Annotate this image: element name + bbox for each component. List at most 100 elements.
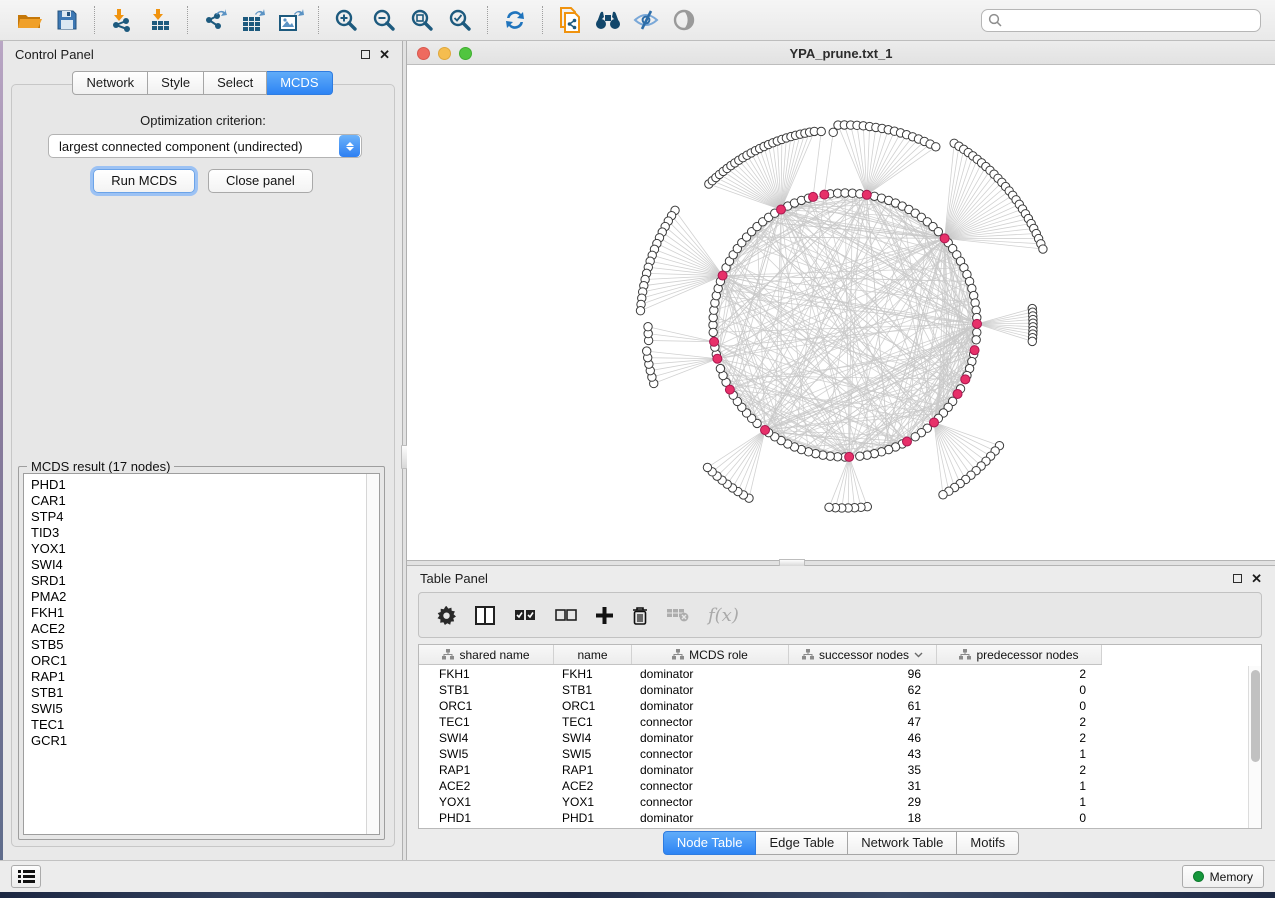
network-canvas[interactable] (407, 65, 1275, 560)
close-panel-icon[interactable]: ✕ (379, 48, 390, 61)
unselect-all-columns-icon[interactable] (555, 609, 577, 621)
column-header-shared-name[interactable]: shared name (419, 645, 554, 664)
export-image-icon[interactable] (275, 5, 307, 35)
float-panel-icon[interactable] (361, 50, 370, 59)
preview-eye-icon[interactable] (668, 5, 700, 35)
mcds-result-item[interactable]: PMA2 (24, 589, 379, 605)
mcds-result-item[interactable]: SRD1 (24, 573, 379, 589)
network-leaf-node[interactable] (1028, 337, 1036, 345)
mcds-result-item[interactable]: ACE2 (24, 621, 379, 637)
mcds-result-item[interactable]: TEC1 (24, 717, 379, 733)
mcds-node[interactable] (953, 389, 962, 398)
mcds-result-item[interactable]: CAR1 (24, 493, 379, 509)
task-history-button[interactable] (11, 865, 41, 888)
mcds-result-item[interactable]: STB1 (24, 685, 379, 701)
result-list-scrollbar[interactable] (366, 474, 379, 834)
mcds-result-item[interactable]: SWI4 (24, 557, 379, 573)
mcds-node[interactable] (862, 190, 871, 199)
scrollbar-thumb[interactable] (1251, 670, 1260, 762)
mcds-node[interactable] (761, 426, 770, 435)
network-leaf-node[interactable] (939, 491, 947, 499)
tab-network-table[interactable]: Network Table (848, 831, 957, 855)
mcds-result-item[interactable]: RAP1 (24, 669, 379, 685)
zoom-selected-icon[interactable] (444, 5, 476, 35)
mcds-node[interactable] (809, 192, 818, 201)
refresh-icon[interactable] (499, 5, 531, 35)
show-hide-icon[interactable] (630, 5, 662, 35)
save-icon[interactable] (51, 5, 83, 35)
column-header-MCDS-role[interactable]: MCDS role (632, 645, 789, 664)
column-header-name[interactable]: name (554, 645, 632, 664)
delete-column-icon[interactable] (632, 606, 648, 625)
search-input[interactable] (981, 9, 1261, 32)
import-table-icon[interactable] (144, 5, 176, 35)
mcds-node[interactable] (845, 452, 854, 461)
table-row[interactable]: FKH1FKH1dominator962 (419, 666, 1248, 682)
column-header-predecessor-nodes[interactable]: predecessor nodes (937, 645, 1102, 664)
export-network-icon[interactable] (199, 5, 231, 35)
mcds-result-item[interactable]: ORC1 (24, 653, 379, 669)
network-node[interactable] (709, 328, 717, 336)
tab-motifs[interactable]: Motifs (957, 831, 1019, 855)
table-scrollbar[interactable] (1248, 666, 1261, 828)
mcds-node[interactable] (972, 319, 981, 328)
tab-node-table[interactable]: Node Table (663, 831, 757, 855)
mcds-node[interactable] (725, 385, 734, 394)
column-header-successor-nodes[interactable]: successor nodes (789, 645, 937, 664)
mcds-node[interactable] (718, 271, 727, 280)
table-row[interactable]: STB1STB1dominator620 (419, 682, 1248, 698)
network-leaf-node[interactable] (825, 503, 833, 511)
search-network-icon[interactable] (592, 5, 624, 35)
close-panel-button[interactable]: Close panel (208, 169, 313, 193)
network-leaf-node[interactable] (636, 306, 644, 314)
network-leaf-node[interactable] (644, 323, 652, 331)
optimization-criterion-dropdown[interactable]: largest connected component (undirected) (48, 134, 362, 158)
open-file-icon[interactable] (13, 5, 45, 35)
show-column-panel-icon[interactable] (475, 606, 495, 625)
mcds-node[interactable] (940, 234, 949, 243)
mcds-result-item[interactable]: SWI5 (24, 701, 379, 717)
mcds-node[interactable] (777, 205, 786, 214)
clone-network-icon[interactable] (554, 5, 586, 35)
mcds-node[interactable] (970, 346, 979, 355)
mcds-node[interactable] (713, 354, 722, 363)
tab-style[interactable]: Style (148, 71, 204, 95)
tab-mcds[interactable]: MCDS (267, 71, 332, 95)
zoom-in-icon[interactable] (330, 5, 362, 35)
mcds-result-item[interactable]: FKH1 (24, 605, 379, 621)
network-leaf-node[interactable] (817, 127, 825, 135)
mcds-node[interactable] (902, 437, 911, 446)
network-leaf-node[interactable] (932, 143, 940, 151)
tab-network[interactable]: Network (72, 71, 148, 95)
network-node[interactable] (856, 452, 864, 460)
mcds-node[interactable] (820, 190, 829, 199)
network-leaf-node[interactable] (1039, 245, 1047, 253)
table-row[interactable]: ACE2ACE2connector311 (419, 778, 1248, 794)
table-settings-gear-icon[interactable] (437, 606, 456, 625)
mcds-result-item[interactable]: STP4 (24, 509, 379, 525)
zoom-fit-icon[interactable] (406, 5, 438, 35)
table-row[interactable]: TEC1TEC1connector472 (419, 714, 1248, 730)
import-network-icon[interactable] (106, 5, 138, 35)
run-mcds-button[interactable]: Run MCDS (93, 169, 195, 193)
table-row[interactable]: ORC1ORC1dominator610 (419, 698, 1248, 714)
network-node[interactable] (972, 336, 980, 344)
zoom-out-icon[interactable] (368, 5, 400, 35)
table-row[interactable]: SWI4SWI4dominator462 (419, 730, 1248, 746)
mcds-node[interactable] (930, 418, 939, 427)
tab-edge-table[interactable]: Edge Table (756, 831, 848, 855)
memory-button[interactable]: Memory (1182, 865, 1264, 888)
network-node[interactable] (911, 433, 919, 441)
network-leaf-node[interactable] (643, 347, 651, 355)
mcds-result-item[interactable]: STB5 (24, 637, 379, 653)
mcds-result-item[interactable]: PHD1 (24, 477, 379, 493)
table-row[interactable]: PHD1PHD1dominator180 (419, 810, 1248, 826)
select-all-columns-icon[interactable] (514, 609, 536, 621)
add-column-icon[interactable] (596, 607, 613, 624)
float-panel-icon[interactable] (1233, 574, 1242, 583)
table-row[interactable]: SWI5SWI5connector431 (419, 746, 1248, 762)
mcds-result-item[interactable]: GCR1 (24, 733, 379, 749)
network-node[interactable] (716, 364, 724, 372)
export-table-icon[interactable] (237, 5, 269, 35)
table-row[interactable]: YOX1YOX1connector291 (419, 794, 1248, 810)
